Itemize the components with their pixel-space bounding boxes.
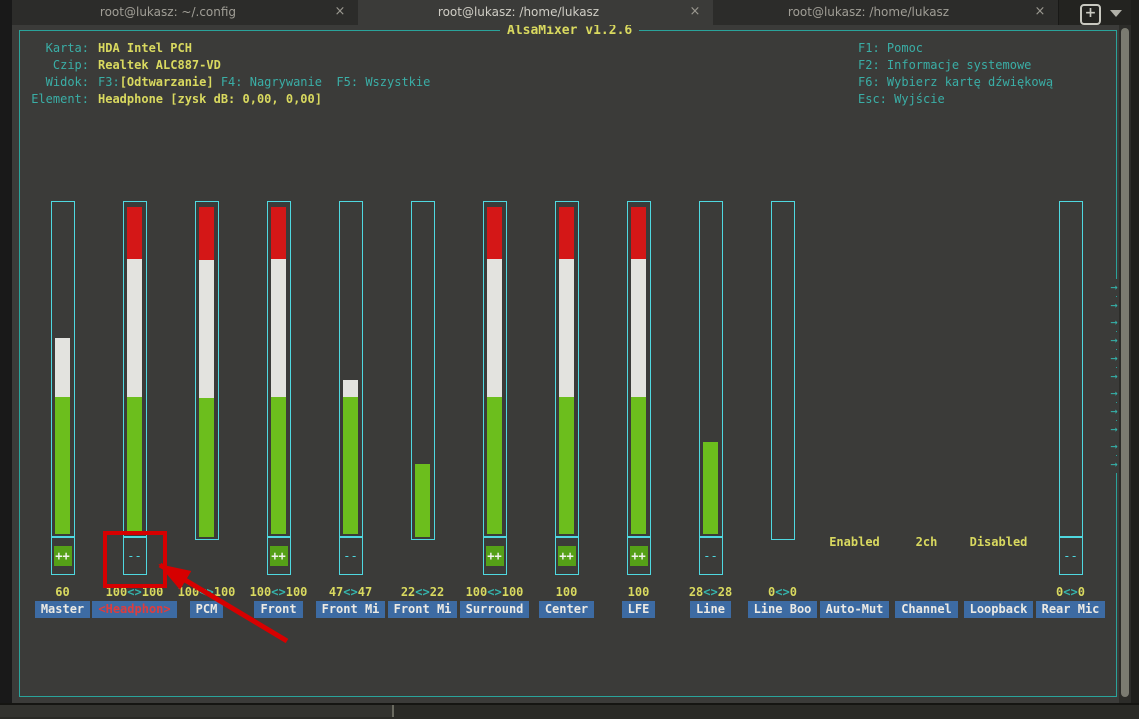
bar-fill-segment xyxy=(199,260,214,399)
channel-enum-value: 2ch xyxy=(887,534,967,550)
tab-title: root@lukasz: /home/lukasz xyxy=(713,0,1024,25)
tab-close-icon[interactable]: × xyxy=(1032,0,1048,25)
mute-switch-state: -- xyxy=(702,546,720,566)
bar-fill-segment xyxy=(559,259,574,396)
bar-fill-segment xyxy=(199,398,214,537)
channel-value: 100<>100 xyxy=(243,584,315,600)
info-value: HDA Intel PCH xyxy=(98,41,192,55)
tab-close-icon[interactable]: × xyxy=(332,0,348,25)
bar-fill-segment xyxy=(631,259,646,396)
bar-fill-segment xyxy=(487,207,502,259)
volume-bar[interactable] xyxy=(1059,201,1083,537)
info-label: Czip: xyxy=(24,57,89,74)
info-value: F3:[Odtwarzanie] F4: Nagrywanie F5: Wszy… xyxy=(98,75,430,89)
scrollbar-thumb[interactable] xyxy=(1121,28,1129,697)
mute-switch-state: -- xyxy=(1062,546,1080,566)
channel-enum-value: Enabled xyxy=(815,534,895,550)
bar-fill-segment xyxy=(415,464,430,537)
bar-fill-segment xyxy=(127,259,142,396)
bar-fill-segment xyxy=(559,207,574,259)
channel-value: 0<>0 xyxy=(747,584,819,600)
info-label: Element: xyxy=(24,91,89,108)
channel-label-chip[interactable]: Rear Mic xyxy=(1036,601,1106,618)
info-line: Karta: HDA Intel PCH xyxy=(24,40,524,57)
bar-fill-segment xyxy=(127,397,142,534)
channel-label-chip[interactable]: PCM xyxy=(190,601,224,618)
background-panel xyxy=(0,705,392,717)
mute-switch-state: ++ xyxy=(558,546,576,566)
channel-value: 60 xyxy=(27,584,99,600)
bar-fill-segment xyxy=(343,397,358,534)
help-line: F1: Pomoc xyxy=(858,40,1128,57)
annotation-rectangle xyxy=(103,531,167,588)
tab-list-dropdown-icon[interactable] xyxy=(1110,10,1122,17)
bar-fill-segment xyxy=(487,397,502,534)
bar-fill-segment xyxy=(271,397,286,534)
bar-fill-segment xyxy=(631,397,646,534)
channel-value: 100 xyxy=(531,584,603,600)
bar-fill-segment xyxy=(127,207,142,259)
channel-value: 47<>47 xyxy=(315,584,387,600)
help-line: F2: Informacje systemowe xyxy=(858,57,1128,74)
channel-label[interactable]: Rear Mic xyxy=(1016,601,1126,618)
mute-switch-state: ++ xyxy=(630,546,648,566)
desktop-left-edge xyxy=(0,0,12,703)
mute-switch-state: ++ xyxy=(54,546,72,566)
bar-fill-segment xyxy=(559,397,574,534)
bar-fill-segment xyxy=(487,259,502,396)
mute-switch-state: -- xyxy=(342,546,360,566)
mute-switch-state: ++ xyxy=(270,546,288,566)
info-line: Element: Headphone [zysk dB: 0,00, 0,00] xyxy=(24,91,524,108)
channel-value: 100<>100 xyxy=(459,584,531,600)
tab-title: root@lukasz: ~/.config xyxy=(12,0,324,25)
channel-value: 100<>100 xyxy=(171,584,243,600)
bar-fill-segment xyxy=(271,207,286,259)
help-line: F6: Wybierz kartę dźwiękową xyxy=(858,74,1128,91)
bar-fill-segment xyxy=(703,442,718,534)
bar-fill-segment xyxy=(271,259,286,396)
background-panel-divider xyxy=(392,705,394,717)
volume-bar[interactable] xyxy=(771,201,795,540)
channel-value: 28<>28 xyxy=(675,584,747,600)
help-line: Esc: Wyjście xyxy=(858,91,1128,108)
info-label: Karta: xyxy=(24,40,89,57)
bar-fill-segment xyxy=(55,397,70,534)
channel-enum-value: Disabled xyxy=(959,534,1039,550)
mute-switch-state: ++ xyxy=(486,546,504,566)
info-line: Widok: F3:[Odtwarzanie] F4: Nagrywanie F5… xyxy=(24,74,524,91)
tab-close-icon[interactable]: × xyxy=(687,0,703,25)
channel-label-chip[interactable]: Line xyxy=(690,601,731,618)
terminal-tab-1[interactable]: root@lukasz: ~/.config × xyxy=(12,0,359,25)
desktop-right-edge xyxy=(1131,0,1139,703)
terminal-tab-2[interactable]: root@lukasz: /home/lukasz × xyxy=(358,0,714,25)
bar-fill-segment xyxy=(631,207,646,259)
tab-title: root@lukasz: /home/lukasz xyxy=(358,0,679,25)
channel-label-chip[interactable]: LFE xyxy=(622,601,656,618)
bar-fill-segment xyxy=(343,380,358,396)
bar-fill-segment xyxy=(199,207,214,260)
terminal-tab-3[interactable]: root@lukasz: /home/lukasz × xyxy=(713,0,1059,25)
bar-fill-segment xyxy=(55,338,70,397)
info-line: Czip: Realtek ALC887-VD xyxy=(24,57,524,74)
info-value: Realtek ALC887-VD xyxy=(98,58,221,72)
new-tab-button[interactable]: + xyxy=(1080,4,1101,25)
info-value: Headphone [zysk dB: 0,00, 0,00] xyxy=(98,92,322,106)
channel-value: 0<>0 xyxy=(1035,584,1107,600)
channel-value: 100 xyxy=(603,584,675,600)
info-label: Widok: xyxy=(24,74,89,91)
channel-value: 22<>22 xyxy=(387,584,459,600)
